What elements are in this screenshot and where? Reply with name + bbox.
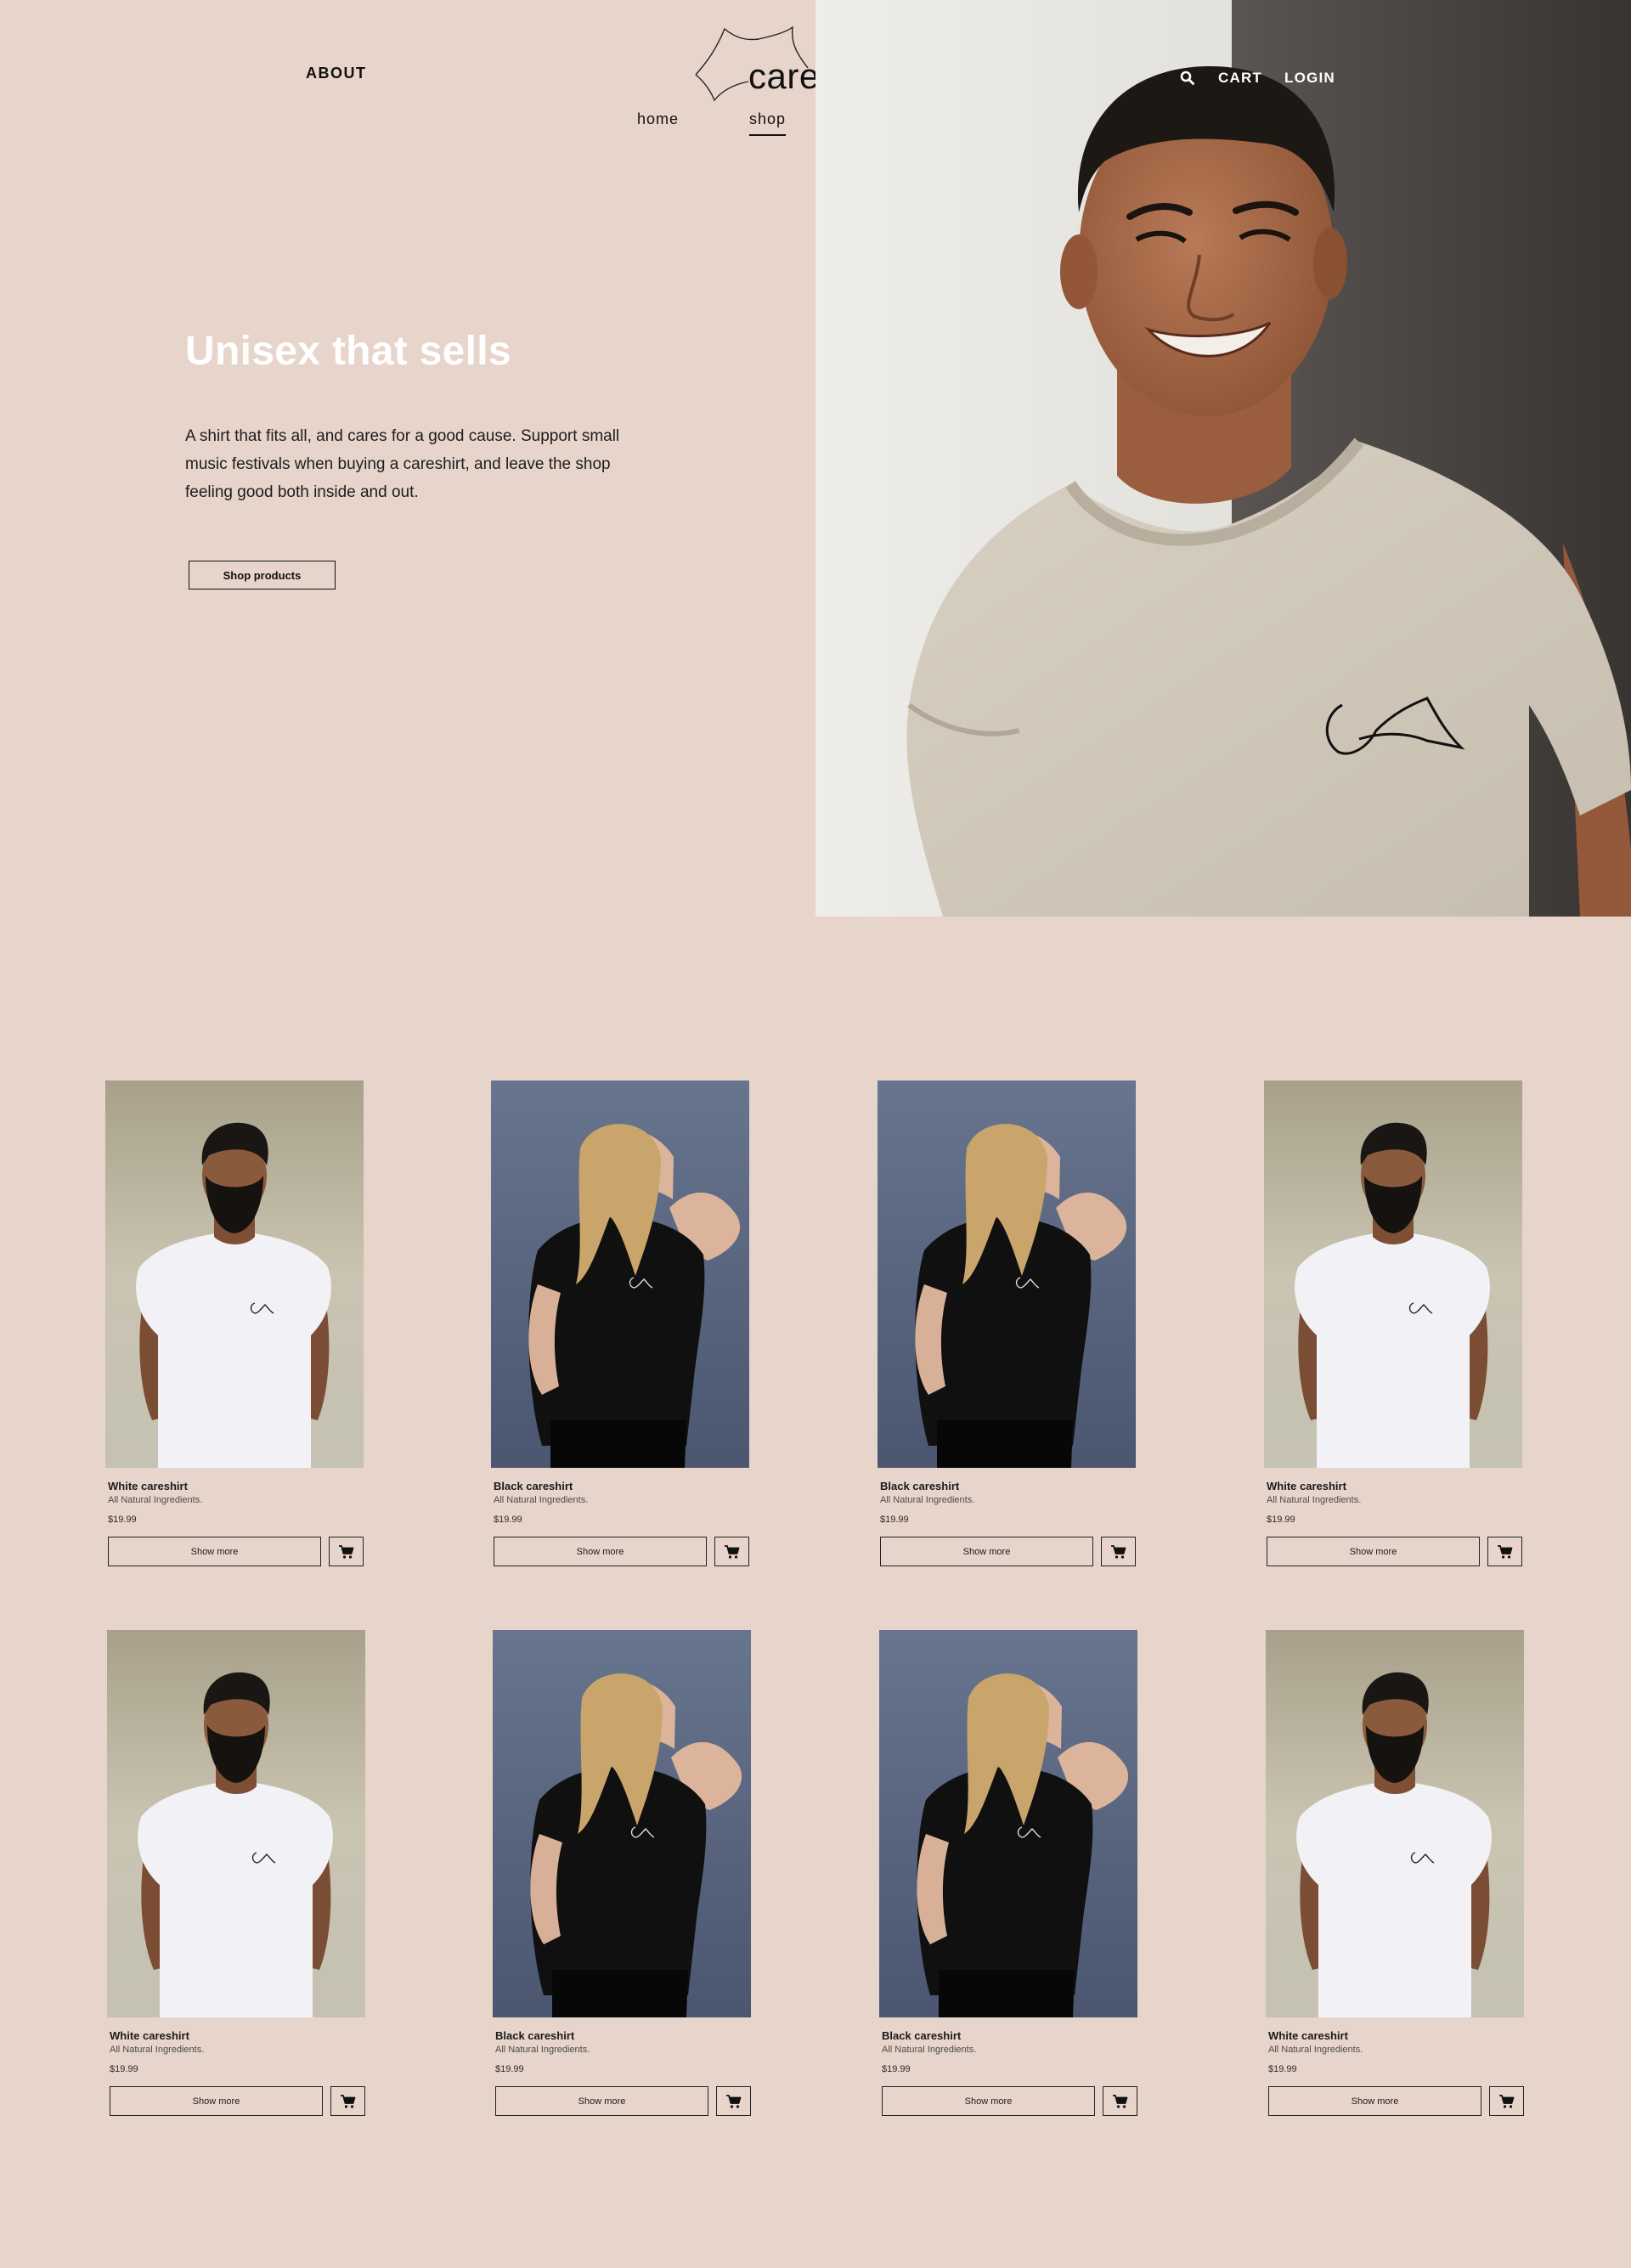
- add-to-cart-button[interactable]: [1487, 1537, 1522, 1566]
- cart-icon: [724, 1544, 739, 1559]
- utility-nav: CART LOGIN: [1179, 70, 1335, 87]
- add-to-cart-button[interactable]: [330, 2086, 365, 2116]
- product-price: $19.99: [108, 1515, 137, 1525]
- product-image[interactable]: [107, 1630, 365, 2017]
- cart-icon: [1498, 2094, 1514, 2108]
- cart-icon: [1112, 2094, 1127, 2108]
- hero-title: Unisex that sells: [185, 329, 511, 374]
- product-name: Black careshirt: [880, 1480, 960, 1492]
- product-card: White careshirt All Natural Ingredients.…: [1264, 1080, 1524, 1573]
- add-to-cart-button[interactable]: [1489, 2086, 1524, 2116]
- hero-image: [816, 0, 1631, 917]
- nav-shop[interactable]: shop: [749, 110, 787, 136]
- add-to-cart-button[interactable]: [714, 1537, 749, 1566]
- add-to-cart-button[interactable]: [329, 1537, 364, 1566]
- add-to-cart-button[interactable]: [1103, 2086, 1137, 2116]
- search-icon: [1180, 71, 1194, 85]
- product-card: Black careshirt All Natural Ingredients.…: [878, 1080, 1137, 1573]
- add-to-cart-button[interactable]: [1101, 1537, 1136, 1566]
- product-description: All Natural Ingredients.: [882, 2045, 977, 2055]
- hero-description: A shirt that fits all, and cares for a g…: [185, 427, 620, 501]
- product-description: All Natural Ingredients.: [110, 2045, 205, 2055]
- product-card: White careshirt All Natural Ingredients.…: [107, 1630, 367, 2123]
- cart-icon: [1497, 1544, 1512, 1559]
- product-description: All Natural Ingredients.: [1267, 1495, 1362, 1505]
- product-name: White careshirt: [110, 2029, 189, 2042]
- product-image[interactable]: [878, 1080, 1136, 1468]
- product-price: $19.99: [1268, 2064, 1297, 2074]
- product-card: Black careshirt All Natural Ingredients.…: [491, 1080, 751, 1573]
- product-image[interactable]: [105, 1080, 364, 1468]
- product-description: All Natural Ingredients.: [1268, 2045, 1363, 2055]
- product-image[interactable]: [879, 1630, 1137, 2017]
- search-button[interactable]: [1179, 70, 1196, 87]
- nav-home[interactable]: home: [637, 110, 679, 128]
- product-name: White careshirt: [108, 1480, 188, 1492]
- about-link[interactable]: ABOUT: [306, 65, 367, 82]
- show-more-button[interactable]: Show more: [110, 2086, 323, 2116]
- show-more-button[interactable]: Show more: [495, 2086, 708, 2116]
- product-description: All Natural Ingredients.: [880, 1495, 975, 1505]
- product-price: $19.99: [882, 2064, 911, 2074]
- cart-icon: [338, 1544, 353, 1559]
- product-description: All Natural Ingredients.: [495, 2045, 590, 2055]
- product-card: Black careshirt All Natural Ingredients.…: [879, 1630, 1139, 2123]
- show-more-button[interactable]: Show more: [1267, 1537, 1480, 1566]
- product-name: Black careshirt: [882, 2029, 962, 2042]
- show-more-button[interactable]: Show more: [882, 2086, 1095, 2116]
- product-price: $19.99: [110, 2064, 138, 2074]
- product-price: $19.99: [495, 2064, 524, 2074]
- product-card: White careshirt All Natural Ingredients.…: [105, 1080, 365, 1573]
- show-more-button[interactable]: Show more: [1268, 2086, 1481, 2116]
- product-card: Black careshirt All Natural Ingredients.…: [493, 1630, 753, 2123]
- product-price: $19.99: [494, 1515, 522, 1525]
- product-description: All Natural Ingredients.: [494, 1495, 589, 1505]
- product-price: $19.99: [880, 1515, 909, 1525]
- shop-products-button[interactable]: Shop products: [189, 561, 336, 590]
- product-name: Black careshirt: [495, 2029, 575, 2042]
- login-link[interactable]: LOGIN: [1284, 70, 1335, 87]
- add-to-cart-button[interactable]: [716, 2086, 751, 2116]
- show-more-button[interactable]: Show more: [880, 1537, 1093, 1566]
- cart-icon: [1110, 1544, 1126, 1559]
- product-name: White careshirt: [1267, 1480, 1346, 1492]
- product-image[interactable]: [491, 1080, 749, 1468]
- cart-icon: [725, 2094, 741, 2108]
- cart-link[interactable]: CART: [1218, 70, 1262, 87]
- product-image[interactable]: [493, 1630, 751, 2017]
- show-more-button[interactable]: Show more: [108, 1537, 321, 1566]
- product-image[interactable]: [1266, 1630, 1524, 2017]
- product-description: All Natural Ingredients.: [108, 1495, 203, 1505]
- show-more-button[interactable]: Show more: [494, 1537, 707, 1566]
- product-name: Black careshirt: [494, 1480, 573, 1492]
- product-name: White careshirt: [1268, 2029, 1348, 2042]
- product-price: $19.99: [1267, 1515, 1295, 1525]
- cart-icon: [340, 2094, 355, 2108]
- product-image[interactable]: [1264, 1080, 1522, 1468]
- product-card: White careshirt All Natural Ingredients.…: [1266, 1630, 1526, 2123]
